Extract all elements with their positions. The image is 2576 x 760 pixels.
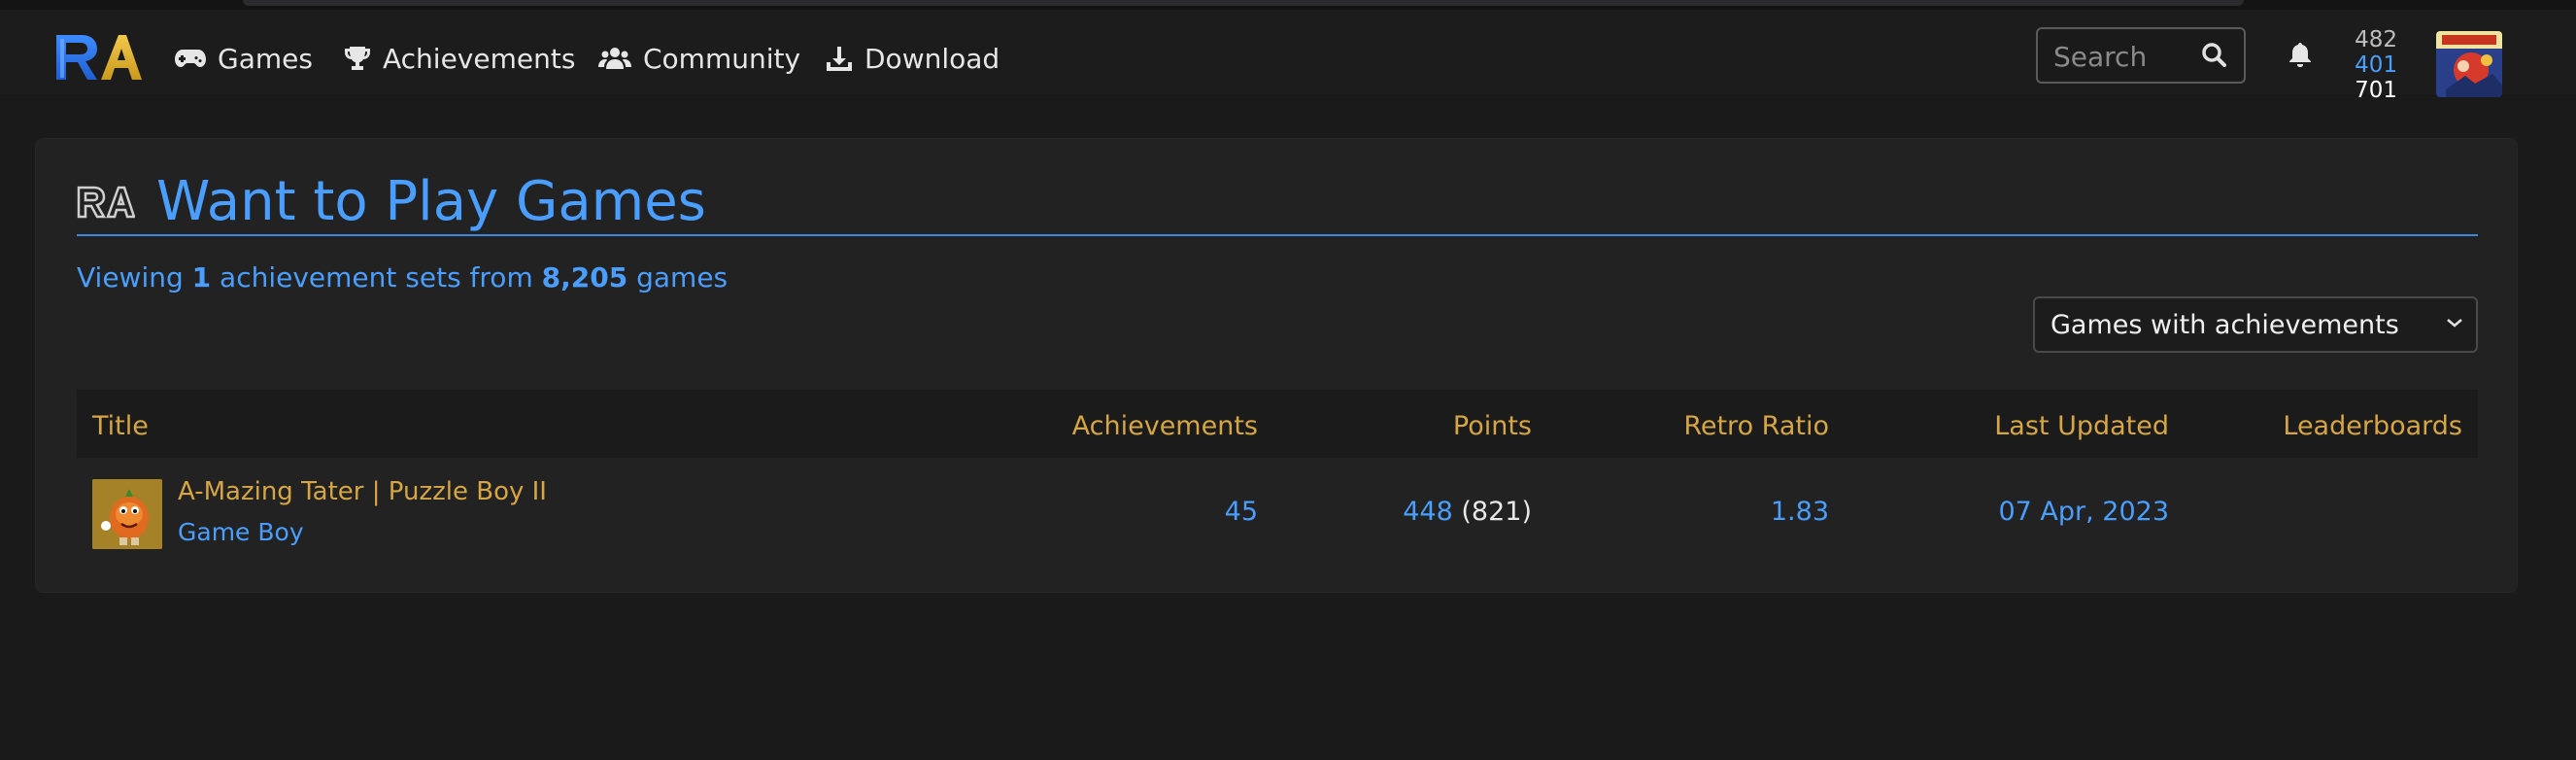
user-stat-points: 401 (2355, 52, 2397, 78)
game-system-link[interactable]: Game Boy (178, 518, 304, 546)
cell-points-value: 448 (1403, 497, 1453, 527)
browser-top-strip (0, 0, 2576, 10)
header-last-updated[interactable]: Last Updated (1994, 411, 2169, 441)
nav-achievements-label: Achievements (383, 42, 576, 75)
table-header: Title Achievements Points Retro Ratio La… (77, 390, 2478, 458)
gamepad-icon (175, 50, 206, 67)
filter-select[interactable]: Games with achievements (2033, 296, 2478, 353)
nav-download-label: Download (864, 42, 1000, 75)
header-title[interactable]: Title (92, 411, 149, 441)
games-table: Title Achievements Points Retro Ratio La… (77, 390, 2478, 563)
game-title-link[interactable]: A-Mazing Tater | Puzzle Boy II (178, 477, 547, 506)
search-box (2036, 27, 2246, 84)
page-header: Want to Play Games (77, 168, 2478, 236)
cell-last-updated: 07 Apr, 2023 (1998, 497, 2169, 527)
header-retro-ratio[interactable]: Retro Ratio (1683, 411, 1829, 441)
top-navbar: Games Achievements Community Download 48… (0, 10, 2576, 103)
search-icon[interactable] (2201, 42, 2226, 67)
viewing-count: 1 (191, 261, 212, 294)
cell-retro-ratio: 1.83 (1770, 497, 1829, 527)
header-leaderboards[interactable]: Leaderboards (2283, 411, 2462, 441)
download-icon (827, 47, 852, 71)
trophy-icon (345, 47, 370, 70)
viewing-prefix: Viewing (77, 261, 184, 294)
main-panel: Want to Play Games Viewing 1 achievement… (35, 138, 2518, 593)
cell-points: 448 (821) (1403, 497, 1532, 527)
nav-community-label: Community (643, 42, 801, 75)
cell-achievements: 45 (1224, 497, 1258, 527)
retroachievements-logo[interactable] (52, 29, 142, 84)
user-stat-hardcore: 482 (2355, 27, 2397, 52)
viewing-suffix: games (636, 261, 729, 294)
users-icon (598, 48, 631, 69)
page-title: Want to Play Games (156, 170, 706, 233)
nav-download[interactable]: Download (826, 39, 1000, 78)
user-avatar[interactable] (2436, 31, 2502, 97)
header-achievements[interactable]: Achievements (1072, 411, 1258, 441)
filter-select-value: Games with achievements (2051, 309, 2399, 340)
bell-icon[interactable] (2288, 41, 2312, 68)
chevron-down-icon (2447, 319, 2462, 328)
nav-games[interactable]: Games (175, 39, 313, 78)
search-input[interactable] (2051, 39, 2201, 74)
cell-retro-points: (821) (1461, 497, 1532, 527)
viewing-summary: Viewing 1 achievement sets from 8,205 ga… (77, 261, 728, 294)
nav-achievements[interactable]: Achievements (344, 39, 575, 78)
user-stat-softcore: 701 (2355, 78, 2397, 103)
viewing-total: 8,205 (541, 261, 628, 294)
table-row: A-Mazing Tater | Puzzle Boy II Game Boy … (77, 458, 2478, 563)
nav-games-label: Games (218, 42, 313, 75)
ra-small-icon (77, 186, 135, 219)
user-stats[interactable]: 482 401 701 (2339, 27, 2397, 103)
game-icon[interactable] (92, 479, 162, 549)
browser-bar (243, 0, 2244, 6)
viewing-middle: achievement sets from (220, 261, 533, 294)
header-points[interactable]: Points (1453, 411, 1532, 441)
nav-community[interactable]: Community (598, 39, 800, 78)
